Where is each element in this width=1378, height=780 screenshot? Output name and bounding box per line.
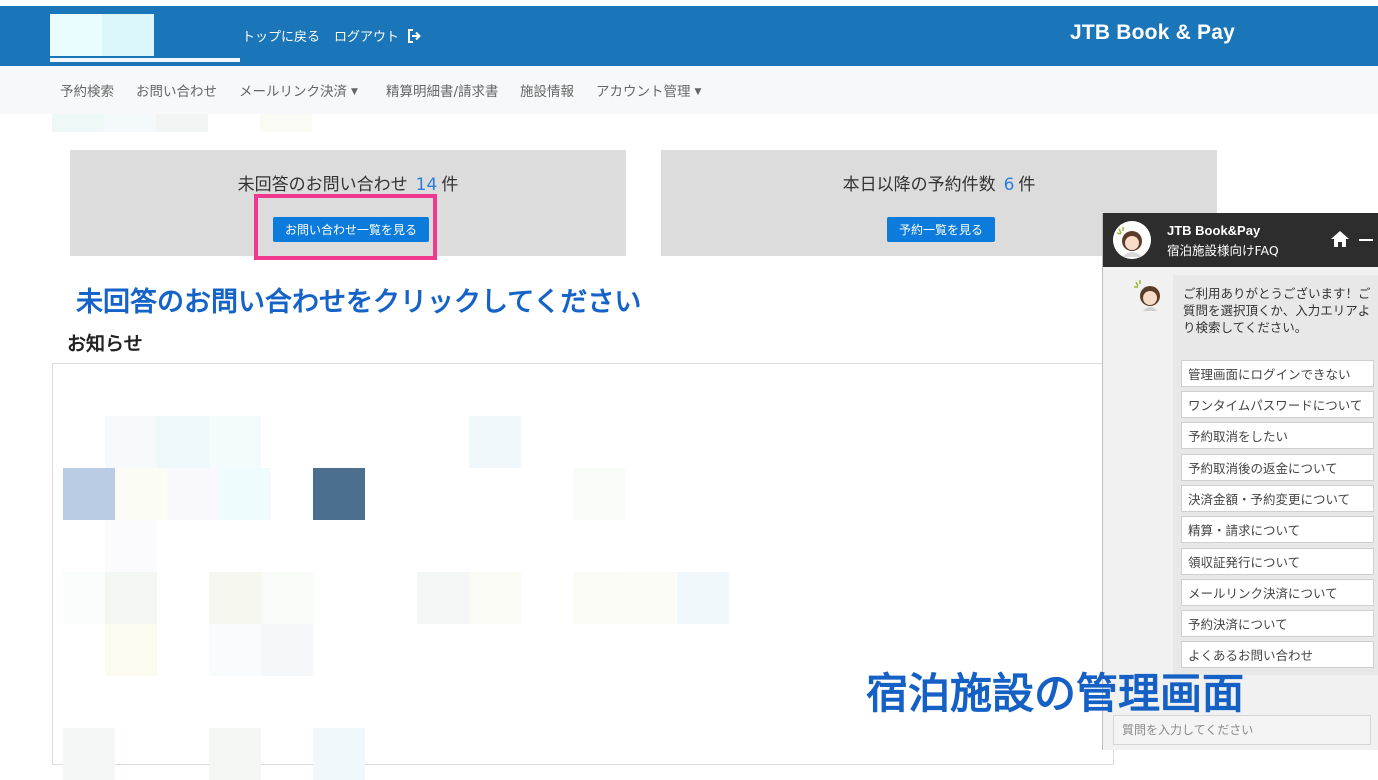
nav-reservation-search[interactable]: 予約検索	[60, 80, 114, 100]
faq-option[interactable]: 領収証発行について	[1181, 548, 1374, 575]
blurred-content	[209, 624, 261, 676]
logo-block-2	[102, 14, 154, 56]
blurred-content	[573, 468, 625, 520]
faq-option[interactable]: メールリンク決済について	[1181, 579, 1374, 606]
main-nav: 予約検索 お問い合わせ メールリンク決済 ▼ 精算明細書/請求書 施設情報 アカウ…	[0, 66, 1378, 114]
faq-option[interactable]: 管理画面にログインできない	[1181, 360, 1374, 387]
blurred-content	[63, 728, 115, 780]
blurred-content	[625, 572, 677, 624]
nav-account-management[interactable]: アカウント管理 ▼	[596, 80, 701, 100]
faq-option[interactable]: 予約取消をしたい	[1181, 422, 1374, 449]
brand-logo: JTB Book & Pay	[1069, 21, 1235, 44]
card-label: 未回答のお問い合わせ	[237, 175, 408, 195]
minimize-icon[interactable]	[1359, 239, 1373, 241]
chat-avatar-icon	[1113, 221, 1151, 259]
blurred-content	[115, 468, 167, 520]
logout-icon	[407, 29, 422, 47]
caret-down-icon: ▼	[351, 87, 358, 97]
blurred-content	[105, 624, 157, 676]
logout-label: ログアウト	[334, 30, 400, 45]
nav-label: お問い合わせ	[136, 84, 217, 100]
admin-screen-annotation: 宿泊施設の管理画面	[866, 669, 1245, 718]
blurred-content	[209, 416, 261, 468]
blurred-content	[573, 572, 625, 624]
blurred-strip	[156, 114, 208, 132]
top-header-bar: トップに戻る ログアウト JTB Book & Pay	[0, 6, 1378, 66]
blurred-content	[209, 572, 261, 624]
caret-down-icon: ▼	[694, 87, 702, 97]
blurred-content	[469, 572, 521, 624]
blurred-content	[313, 468, 365, 520]
blurred-content	[261, 624, 313, 676]
nav-label: アカウント管理	[596, 84, 691, 100]
blurred-strip	[260, 114, 312, 132]
highlight-frame	[254, 194, 437, 260]
blurred-content	[63, 468, 115, 520]
blurred-content	[167, 468, 219, 520]
faq-option[interactable]: ワンタイムパスワードについて	[1181, 391, 1374, 418]
chat-subtitle: 宿泊施設様向けFAQ	[1167, 243, 1279, 258]
home-icon[interactable]	[1329, 229, 1351, 249]
faq-option[interactable]: 決済金額・予約変更について	[1181, 485, 1374, 512]
blurred-content	[209, 728, 261, 780]
facility-logo[interactable]	[50, 14, 240, 62]
nav-statements[interactable]: 精算明細書/請求書	[386, 80, 499, 100]
view-reservations-button[interactable]: 予約一覧を見る	[887, 217, 996, 242]
logo-block-1	[50, 14, 102, 56]
click-instruction-annotation: 未回答のお問い合わせをクリックしてください	[76, 287, 642, 318]
nav-inquiries[interactable]: お問い合わせ	[136, 80, 217, 100]
blurred-content	[105, 416, 157, 468]
notice-heading: お知らせ	[67, 333, 143, 355]
blurred-content	[469, 416, 521, 468]
faq-option[interactable]: 予約決済について	[1181, 610, 1374, 637]
chat-header: JTB Book&Pay 宿泊施設様向けFAQ	[1103, 213, 1378, 267]
blurred-content	[261, 572, 313, 624]
nav-facility-info[interactable]: 施設情報	[520, 80, 574, 100]
unanswered-inquiries-summary: 未回答のお問い合わせ 14 件	[70, 170, 626, 195]
blurred-content	[417, 572, 469, 624]
faq-option[interactable]: 予約取消後の返金について	[1181, 454, 1374, 481]
logout-link[interactable]: ログアウト	[334, 26, 422, 47]
bot-greeting-text: ご利用ありがとうございます！ご質問を選択頂くか、入力エリアより検索してください。	[1183, 286, 1371, 335]
nav-label: 施設情報	[520, 84, 574, 100]
card-unit: 件	[1018, 175, 1036, 195]
blurred-strip	[104, 114, 156, 132]
chat-title: JTB Book&Pay	[1167, 223, 1261, 238]
blurred-content	[313, 728, 365, 780]
bot-avatar-icon	[1133, 279, 1165, 311]
blurred-content	[157, 416, 209, 468]
faq-option[interactable]: 精算・請求について	[1181, 516, 1374, 543]
inquiry-count: 14	[415, 175, 438, 195]
card-label: 本日以降の予約件数	[842, 175, 996, 195]
blurred-strip	[52, 114, 104, 132]
reservation-count: 6	[1003, 175, 1015, 195]
nav-label: 精算明細書/請求書	[386, 84, 499, 100]
blurred-content	[105, 520, 157, 572]
upcoming-reservations-summary: 本日以降の予約件数 6 件	[661, 170, 1217, 195]
logo-underline	[50, 58, 240, 62]
bot-message-bubble: ご利用ありがとうございます！ご質問を選択頂くか、入力エリアより検索してください。…	[1173, 275, 1378, 675]
blurred-content	[677, 572, 729, 624]
nav-label: メールリンク決済	[239, 84, 347, 100]
nav-label: 予約検索	[60, 84, 114, 100]
blurred-content	[219, 468, 271, 520]
card-unit: 件	[441, 175, 459, 195]
back-to-top-link[interactable]: トップに戻る	[242, 26, 320, 45]
nav-mail-link-payment[interactable]: メールリンク決済 ▼	[239, 80, 358, 100]
blurred-content	[105, 572, 157, 624]
